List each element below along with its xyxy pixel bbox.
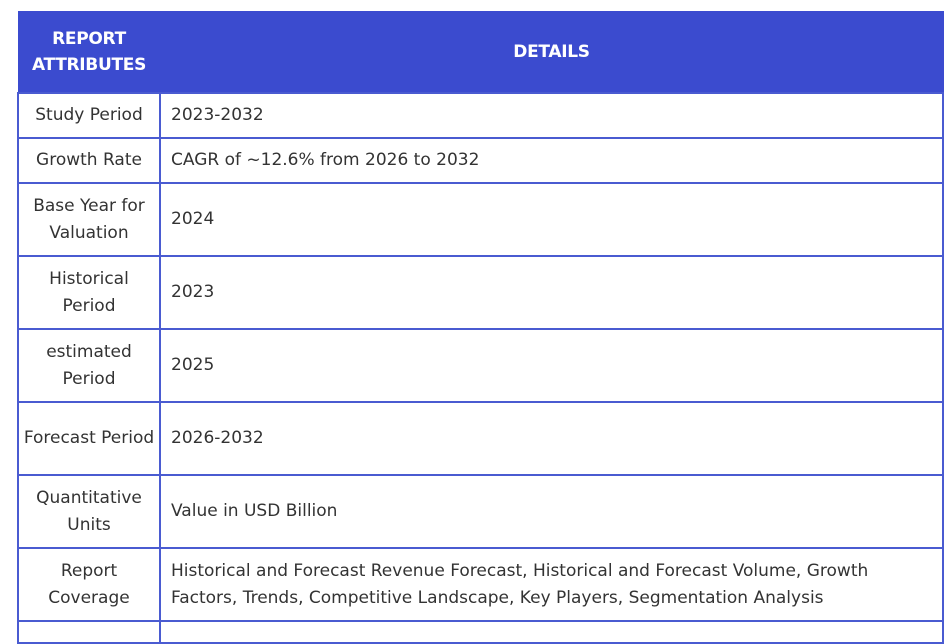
table-row: Historical Period 2023 xyxy=(17,255,944,330)
details-cell: 2023 xyxy=(159,255,944,330)
details-cell: 2025 xyxy=(159,328,944,403)
details-cell: 2023-2032 xyxy=(159,92,944,139)
attribute-cell: Forecast Period xyxy=(17,401,161,476)
report-attributes-table: REPORT ATTRIBUTES DETAILS Study Period 2… xyxy=(17,11,944,644)
details-cell: Value in USD Billion xyxy=(159,474,944,549)
table-row-partial xyxy=(17,620,944,644)
details-cell-empty xyxy=(159,620,944,644)
attribute-cell: Report Coverage xyxy=(17,547,161,622)
details-cell: 2024 xyxy=(159,182,944,257)
attribute-cell: estimated Period xyxy=(17,328,161,403)
table-row: Forecast Period 2026-2032 xyxy=(17,401,944,476)
attribute-cell: Base Year for Valuation xyxy=(17,182,161,257)
header-details: DETAILS xyxy=(159,11,944,94)
table-row: Report Coverage Historical and Forecast … xyxy=(17,547,944,622)
table-row: Study Period 2023-2032 xyxy=(17,92,944,139)
table-row: estimated Period 2025 xyxy=(17,328,944,403)
table-row: Growth Rate CAGR of ~12.6% from 2026 to … xyxy=(17,137,944,184)
table-row: Base Year for Valuation 2024 xyxy=(17,182,944,257)
header-report-attributes: REPORT ATTRIBUTES xyxy=(17,11,161,94)
details-cell: CAGR of ~12.6% from 2026 to 2032 xyxy=(159,137,944,184)
attribute-cell: Quantitative Units xyxy=(17,474,161,549)
table-row: Quantitative Units Value in USD Billion xyxy=(17,474,944,549)
attribute-cell: Study Period xyxy=(17,92,161,139)
attribute-cell-empty xyxy=(17,620,161,644)
details-cell: Historical and Forecast Revenue Forecast… xyxy=(159,547,944,622)
details-cell: 2026-2032 xyxy=(159,401,944,476)
report-attributes-table-container: REPORT ATTRIBUTES DETAILS Study Period 2… xyxy=(17,11,944,644)
attribute-cell: Historical Period xyxy=(17,255,161,330)
table-header-row: REPORT ATTRIBUTES DETAILS xyxy=(17,11,944,94)
attribute-cell: Growth Rate xyxy=(17,137,161,184)
